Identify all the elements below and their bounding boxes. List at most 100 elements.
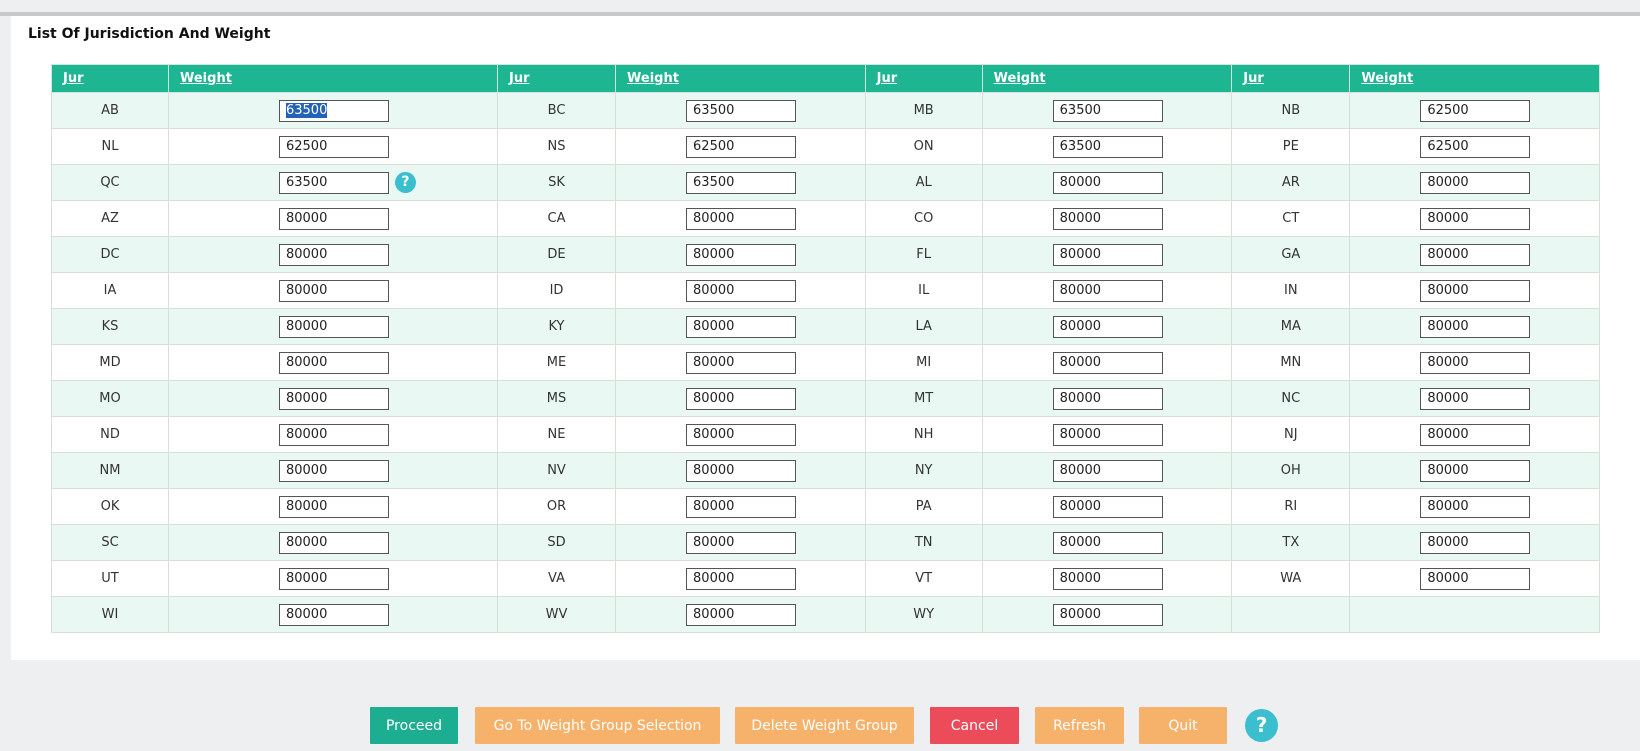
weight-input-bc[interactable]: 63500 bbox=[686, 100, 797, 122]
weight-input-pa[interactable]: 80000 bbox=[1052, 496, 1163, 518]
jurisdiction-code: WI bbox=[51, 596, 169, 633]
proceed-button[interactable]: Proceed bbox=[370, 707, 458, 744]
weight-input-ny[interactable]: 80000 bbox=[1052, 460, 1163, 482]
weight-input-ks[interactable]: 80000 bbox=[278, 316, 389, 338]
weight-input-ns[interactable]: 62500 bbox=[686, 136, 797, 158]
weight-input-in[interactable]: 80000 bbox=[1420, 280, 1531, 302]
cancel-button[interactable]: Cancel bbox=[930, 707, 1019, 744]
refresh-button[interactable]: Refresh bbox=[1035, 707, 1124, 744]
weight-input-ne[interactable]: 80000 bbox=[686, 424, 797, 446]
weight-input-me[interactable]: 80000 bbox=[686, 352, 797, 374]
header-weight-3[interactable]: Weight bbox=[981, 64, 1233, 93]
header-weight-1[interactable]: Weight bbox=[167, 64, 499, 93]
weight-input-ga[interactable]: 80000 bbox=[1420, 244, 1531, 266]
weight-cell: 80000 bbox=[615, 236, 866, 273]
weight-input-fl[interactable]: 80000 bbox=[1052, 244, 1163, 266]
jurisdiction-code: MA bbox=[1231, 308, 1351, 345]
weight-input-ky[interactable]: 80000 bbox=[686, 316, 797, 338]
weight-cell: 80000 bbox=[981, 596, 1233, 633]
delete-weight-group-button[interactable]: Delete Weight Group bbox=[735, 707, 914, 744]
go-to-weight-group-selection-button[interactable]: Go To Weight Group Selection bbox=[475, 707, 720, 744]
weight-input-nb[interactable]: 62500 bbox=[1420, 100, 1531, 122]
weight-input-ia[interactable]: 80000 bbox=[278, 280, 389, 302]
quit-button[interactable]: Quit bbox=[1139, 707, 1227, 744]
weight-input-nl[interactable]: 62500 bbox=[278, 136, 389, 158]
weight-cell: 80000 bbox=[981, 452, 1233, 489]
jurisdiction-code: NJ bbox=[1231, 416, 1351, 453]
table-row: KS 80000 KY 80000 LA 80000 MA 80000 bbox=[51, 308, 1600, 345]
table-row: DC 80000 DE 80000 FL 80000 GA 80000 bbox=[51, 236, 1600, 273]
jurisdiction-code: MO bbox=[51, 380, 169, 417]
weight-input-nh[interactable]: 80000 bbox=[1052, 424, 1163, 446]
weight-input-nc[interactable]: 80000 bbox=[1420, 388, 1531, 410]
jurisdiction-code: WV bbox=[496, 596, 617, 633]
qc-help-icon[interactable]: ? bbox=[394, 172, 416, 193]
weight-input-nj[interactable]: 80000 bbox=[1420, 424, 1531, 446]
weight-input-ma[interactable]: 80000 bbox=[1420, 316, 1531, 338]
jurisdiction-code: AZ bbox=[51, 200, 169, 237]
weight-input-de[interactable]: 80000 bbox=[686, 244, 797, 266]
jurisdiction-code: NE bbox=[496, 416, 617, 453]
weight-input-al[interactable]: 80000 bbox=[1052, 172, 1163, 194]
weight-cell: 80000 bbox=[615, 344, 866, 381]
jurisdiction-code: NV bbox=[496, 452, 617, 489]
weight-input-tn[interactable]: 80000 bbox=[1052, 532, 1163, 554]
weight-input-id[interactable]: 80000 bbox=[686, 280, 797, 302]
weight-input-mi[interactable]: 80000 bbox=[1052, 352, 1163, 374]
weight-input-va[interactable]: 80000 bbox=[686, 568, 797, 590]
weight-input-mo[interactable]: 80000 bbox=[278, 388, 389, 410]
weight-input-dc[interactable]: 80000 bbox=[278, 244, 389, 266]
jurisdiction-code: UT bbox=[51, 560, 169, 597]
weight-input-ri[interactable]: 80000 bbox=[1420, 496, 1531, 518]
header-jur-2[interactable]: Jur bbox=[496, 64, 617, 93]
weight-cell: 80000 bbox=[981, 308, 1233, 345]
jurisdiction-code: NY bbox=[864, 452, 983, 489]
weight-input-qc[interactable]: 63500 bbox=[278, 172, 389, 194]
weight-input-ms[interactable]: 80000 bbox=[686, 388, 797, 410]
weight-input-wi[interactable]: 80000 bbox=[278, 604, 389, 626]
weight-input-md[interactable]: 80000 bbox=[278, 352, 389, 374]
weight-input-tx[interactable]: 80000 bbox=[1420, 532, 1531, 554]
weight-input-nv[interactable]: 80000 bbox=[686, 460, 797, 482]
weight-input-az[interactable]: 80000 bbox=[278, 208, 389, 230]
weight-input-sk[interactable]: 63500 bbox=[686, 172, 797, 194]
weight-input-wa[interactable]: 80000 bbox=[1420, 568, 1531, 590]
weight-cell: 80000 bbox=[615, 596, 866, 633]
header-jur-1[interactable]: Jur bbox=[51, 64, 169, 93]
weight-input-sd[interactable]: 80000 bbox=[686, 532, 797, 554]
weight-cell: 62500 bbox=[615, 128, 866, 165]
weight-input-ar[interactable]: 80000 bbox=[1420, 172, 1531, 194]
weight-cell: 80000 bbox=[1349, 380, 1600, 417]
weight-cell: 80000 bbox=[167, 596, 499, 633]
weight-input-ca[interactable]: 80000 bbox=[686, 208, 797, 230]
weight-input-mn[interactable]: 80000 bbox=[1420, 352, 1531, 374]
weight-input-co[interactable]: 80000 bbox=[1052, 208, 1163, 230]
weight-input-on[interactable]: 63500 bbox=[1052, 136, 1163, 158]
weight-input-ok[interactable]: 80000 bbox=[278, 496, 389, 518]
weight-input-ut[interactable]: 80000 bbox=[278, 568, 389, 590]
weight-input-or[interactable]: 80000 bbox=[686, 496, 797, 518]
header-weight-4[interactable]: Weight bbox=[1349, 64, 1600, 93]
weight-input-mb[interactable]: 63500 bbox=[1052, 100, 1163, 122]
weight-input-nd[interactable]: 80000 bbox=[278, 424, 389, 446]
weight-input-la[interactable]: 80000 bbox=[1052, 316, 1163, 338]
weight-input-sc[interactable]: 80000 bbox=[278, 532, 389, 554]
weight-input-mt[interactable]: 80000 bbox=[1052, 388, 1163, 410]
weight-input-oh[interactable]: 80000 bbox=[1420, 460, 1531, 482]
weight-input-vt[interactable]: 80000 bbox=[1052, 568, 1163, 590]
weight-input-nm[interactable]: 80000 bbox=[278, 460, 389, 482]
jurisdiction-code: LA bbox=[864, 308, 983, 345]
weight-input-wy[interactable]: 80000 bbox=[1052, 604, 1163, 626]
header-weight-2[interactable]: Weight bbox=[615, 64, 866, 93]
weight-input-pe[interactable]: 62500 bbox=[1420, 136, 1531, 158]
weight-input-ab[interactable]: 63500 bbox=[278, 100, 389, 122]
weight-input-wv[interactable]: 80000 bbox=[686, 604, 797, 626]
weight-cell: 80000 bbox=[1349, 272, 1600, 309]
weight-input-il[interactable]: 80000 bbox=[1052, 280, 1163, 302]
weight-cell: 80000 bbox=[1349, 344, 1600, 381]
weight-input-ct[interactable]: 80000 bbox=[1420, 208, 1531, 230]
jurisdiction-code: DC bbox=[51, 236, 169, 273]
header-jur-4[interactable]: Jur bbox=[1231, 64, 1351, 93]
header-jur-3[interactable]: Jur bbox=[864, 64, 983, 93]
help-icon[interactable]: ? bbox=[1245, 709, 1278, 742]
